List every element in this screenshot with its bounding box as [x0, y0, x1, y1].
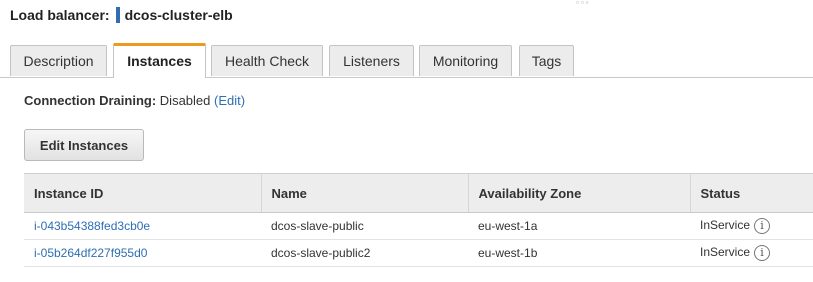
column-header-instance-id[interactable]: Instance ID — [24, 173, 261, 213]
table-row: i-05b264df227f955d0 dcos-slave-public2 e… — [24, 239, 813, 267]
tab-health-check[interactable]: Health Check — [211, 45, 323, 76]
window-controls-hint: ▫▫▫ — [576, 0, 591, 7]
info-icon[interactable]: i — [754, 218, 771, 234]
column-header-availability-zone[interactable]: Availability Zone — [467, 173, 690, 213]
connection-draining: Connection Draining: Disabled (Edit) — [24, 93, 245, 108]
instance-name-cell: dcos-slave-public — [261, 212, 468, 240]
column-header-status[interactable]: Status — [689, 173, 813, 213]
tab-monitoring[interactable]: Monitoring — [419, 45, 512, 76]
load-balancer-name: dcos-cluster-elb — [124, 7, 233, 23]
connection-draining-value: Disabled — [159, 93, 211, 108]
table-header-row: Instance ID Name Availability Zone Statu… — [24, 173, 813, 213]
edit-draining-link[interactable]: (Edit) — [214, 93, 245, 108]
instance-name-cell: dcos-slave-public2 — [261, 239, 468, 267]
table-row: i-043b54388fed3cb0e dcos-slave-public eu… — [24, 212, 813, 240]
tab-listeners[interactable]: Listeners — [329, 45, 414, 76]
instance-id-cell: i-043b54388fed3cb0e — [24, 212, 261, 240]
availability-zone-cell: eu-west-1b — [468, 239, 690, 267]
tab-tags[interactable]: Tags — [519, 45, 574, 76]
instance-id-link[interactable]: i-043b54388fed3cb0e — [34, 219, 150, 233]
tab-description[interactable]: Description — [10, 45, 107, 76]
instances-table: Instance ID Name Availability Zone Statu… — [24, 173, 813, 267]
color-marker-icon — [115, 7, 120, 23]
connection-draining-label: Connection Draining: — [24, 93, 157, 108]
load-balancer-header: Load balancer: dcos-cluster-elb — [10, 7, 233, 23]
status-cell: InService i — [690, 239, 813, 267]
status-cell: InService i — [690, 212, 813, 240]
instance-id-cell: i-05b264df227f955d0 — [24, 239, 261, 267]
column-header-name[interactable]: Name — [260, 173, 468, 213]
tab-bar: Description Instances Health Check Liste… — [0, 43, 813, 78]
status-text: InService — [700, 218, 751, 233]
load-balancer-label: Load balancer: — [10, 7, 110, 23]
instance-id-link[interactable]: i-05b264df227f955d0 — [34, 246, 147, 260]
availability-zone-cell: eu-west-1a — [468, 212, 690, 240]
edit-instances-button[interactable]: Edit Instances — [24, 129, 144, 161]
status-text: InService — [700, 245, 751, 260]
tab-instances[interactable]: Instances — [113, 43, 206, 78]
info-icon[interactable]: i — [754, 245, 771, 261]
